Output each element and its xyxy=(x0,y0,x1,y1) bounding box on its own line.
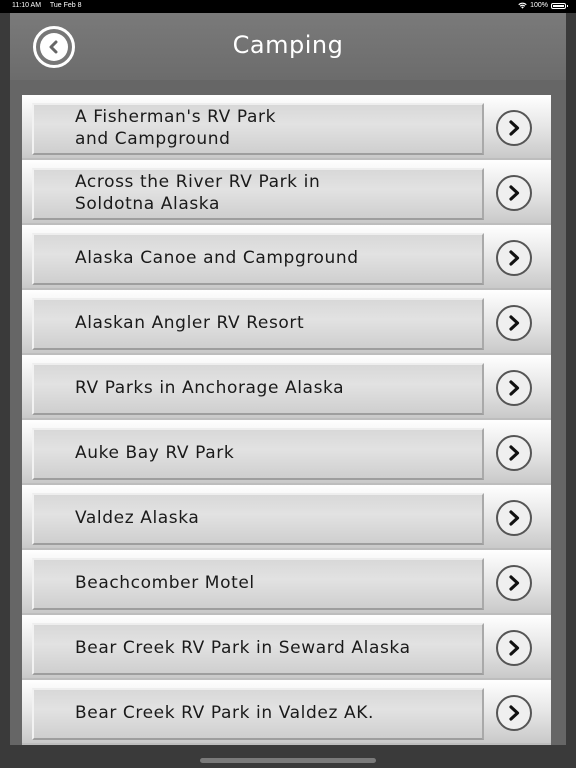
list-item-label: Across the River RV Park in Soldotna Ala… xyxy=(75,171,321,214)
page-title: Camping xyxy=(232,31,344,59)
chevron-right-circle-icon[interactable] xyxy=(496,630,532,666)
chevron-right-circle-icon[interactable] xyxy=(496,305,532,341)
list-item-label: Valdez Alaska xyxy=(75,507,200,528)
status-time: 11:10 AM xyxy=(12,2,42,9)
nav-header: Camping xyxy=(10,13,566,80)
list-item[interactable]: Across the River RV Park in Soldotna Ala… xyxy=(22,160,551,225)
status-date: Tue Feb 8 xyxy=(49,2,82,9)
list-item-label: A Fisherman's RV Park and Campground xyxy=(75,106,277,149)
camping-list: A Fisherman's RV Park and Campground Acro… xyxy=(22,95,551,745)
list-item[interactable]: Bear Creek RV Park in Seward Alaska xyxy=(22,615,551,680)
list-item[interactable]: Valdez Alaska xyxy=(22,485,551,550)
list-item-label: Bear Creek RV Park in Valdez AK. xyxy=(75,702,374,723)
list-item[interactable]: Beachcomber Motel xyxy=(22,550,551,615)
list-item-label: Alaskan Angler RV Resort xyxy=(75,312,305,333)
list-item-label: RV Parks in Anchorage Alaska xyxy=(75,377,345,398)
list-item[interactable]: Alaska Canoe and Campground xyxy=(22,225,551,290)
list-item-label: Beachcomber Motel xyxy=(75,572,255,593)
chevron-right-circle-icon[interactable] xyxy=(496,110,532,146)
chevron-right-circle-icon[interactable] xyxy=(496,370,532,406)
chevron-right-circle-icon[interactable] xyxy=(496,500,532,536)
battery-percent: 100% xyxy=(530,2,548,9)
chevron-right-circle-icon[interactable] xyxy=(496,565,532,601)
battery-icon xyxy=(551,2,568,9)
list-item[interactable]: Bear Creek RV Park in Valdez AK. xyxy=(22,680,551,745)
chevron-right-circle-icon[interactable] xyxy=(496,240,532,276)
chevron-right-circle-icon[interactable] xyxy=(496,435,532,471)
list-item[interactable]: Auke Bay RV Park xyxy=(22,420,551,485)
list-item[interactable]: A Fisherman's RV Park and Campground xyxy=(22,95,551,160)
status-bar: 11:10 AM Tue Feb 8 100% xyxy=(0,0,576,13)
list-item[interactable]: Alaskan Angler RV Resort xyxy=(22,290,551,355)
list-frame: A Fisherman's RV Park and Campground Acro… xyxy=(10,80,566,745)
wifi-icon xyxy=(518,2,527,9)
chevron-right-circle-icon[interactable] xyxy=(496,175,532,211)
list-item-label: Bear Creek RV Park in Seward Alaska xyxy=(75,637,411,658)
home-indicator[interactable] xyxy=(200,758,376,763)
list-item-label: Alaska Canoe and Campground xyxy=(75,247,359,268)
chevron-right-circle-icon[interactable] xyxy=(496,695,532,731)
list-item-label: Auke Bay RV Park xyxy=(75,442,235,463)
list-item[interactable]: RV Parks in Anchorage Alaska xyxy=(22,355,551,420)
